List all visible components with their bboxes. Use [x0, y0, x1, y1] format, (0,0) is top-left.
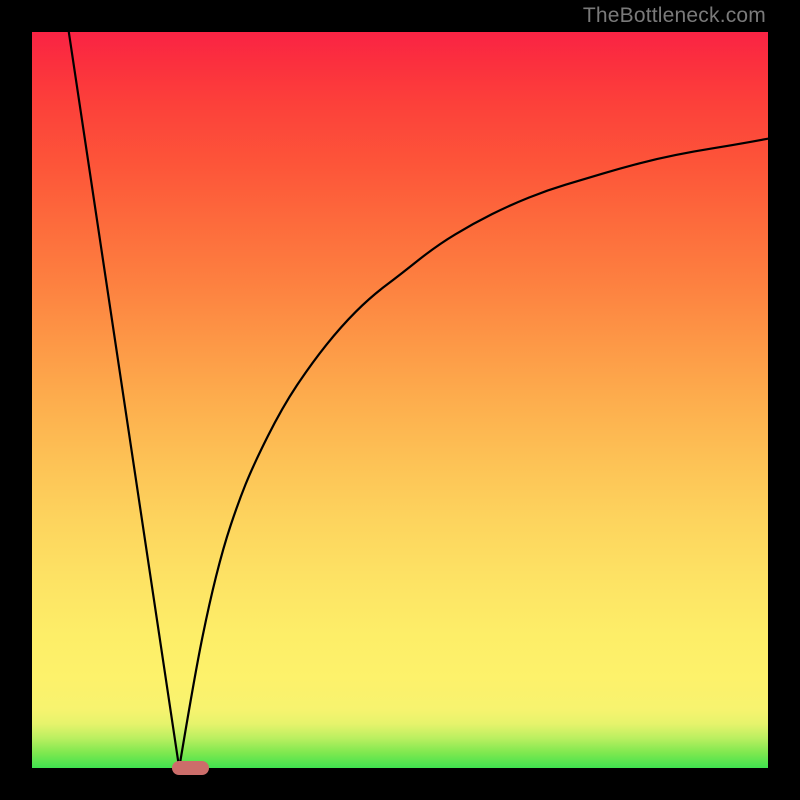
- curve-layer: [32, 32, 768, 768]
- curve-left: [69, 32, 179, 768]
- watermark-text: TheBottleneck.com: [583, 4, 766, 28]
- curve-right: [179, 139, 768, 768]
- plot-area: [32, 32, 768, 768]
- chart-frame: TheBottleneck.com: [0, 0, 800, 800]
- min-marker: [172, 761, 209, 775]
